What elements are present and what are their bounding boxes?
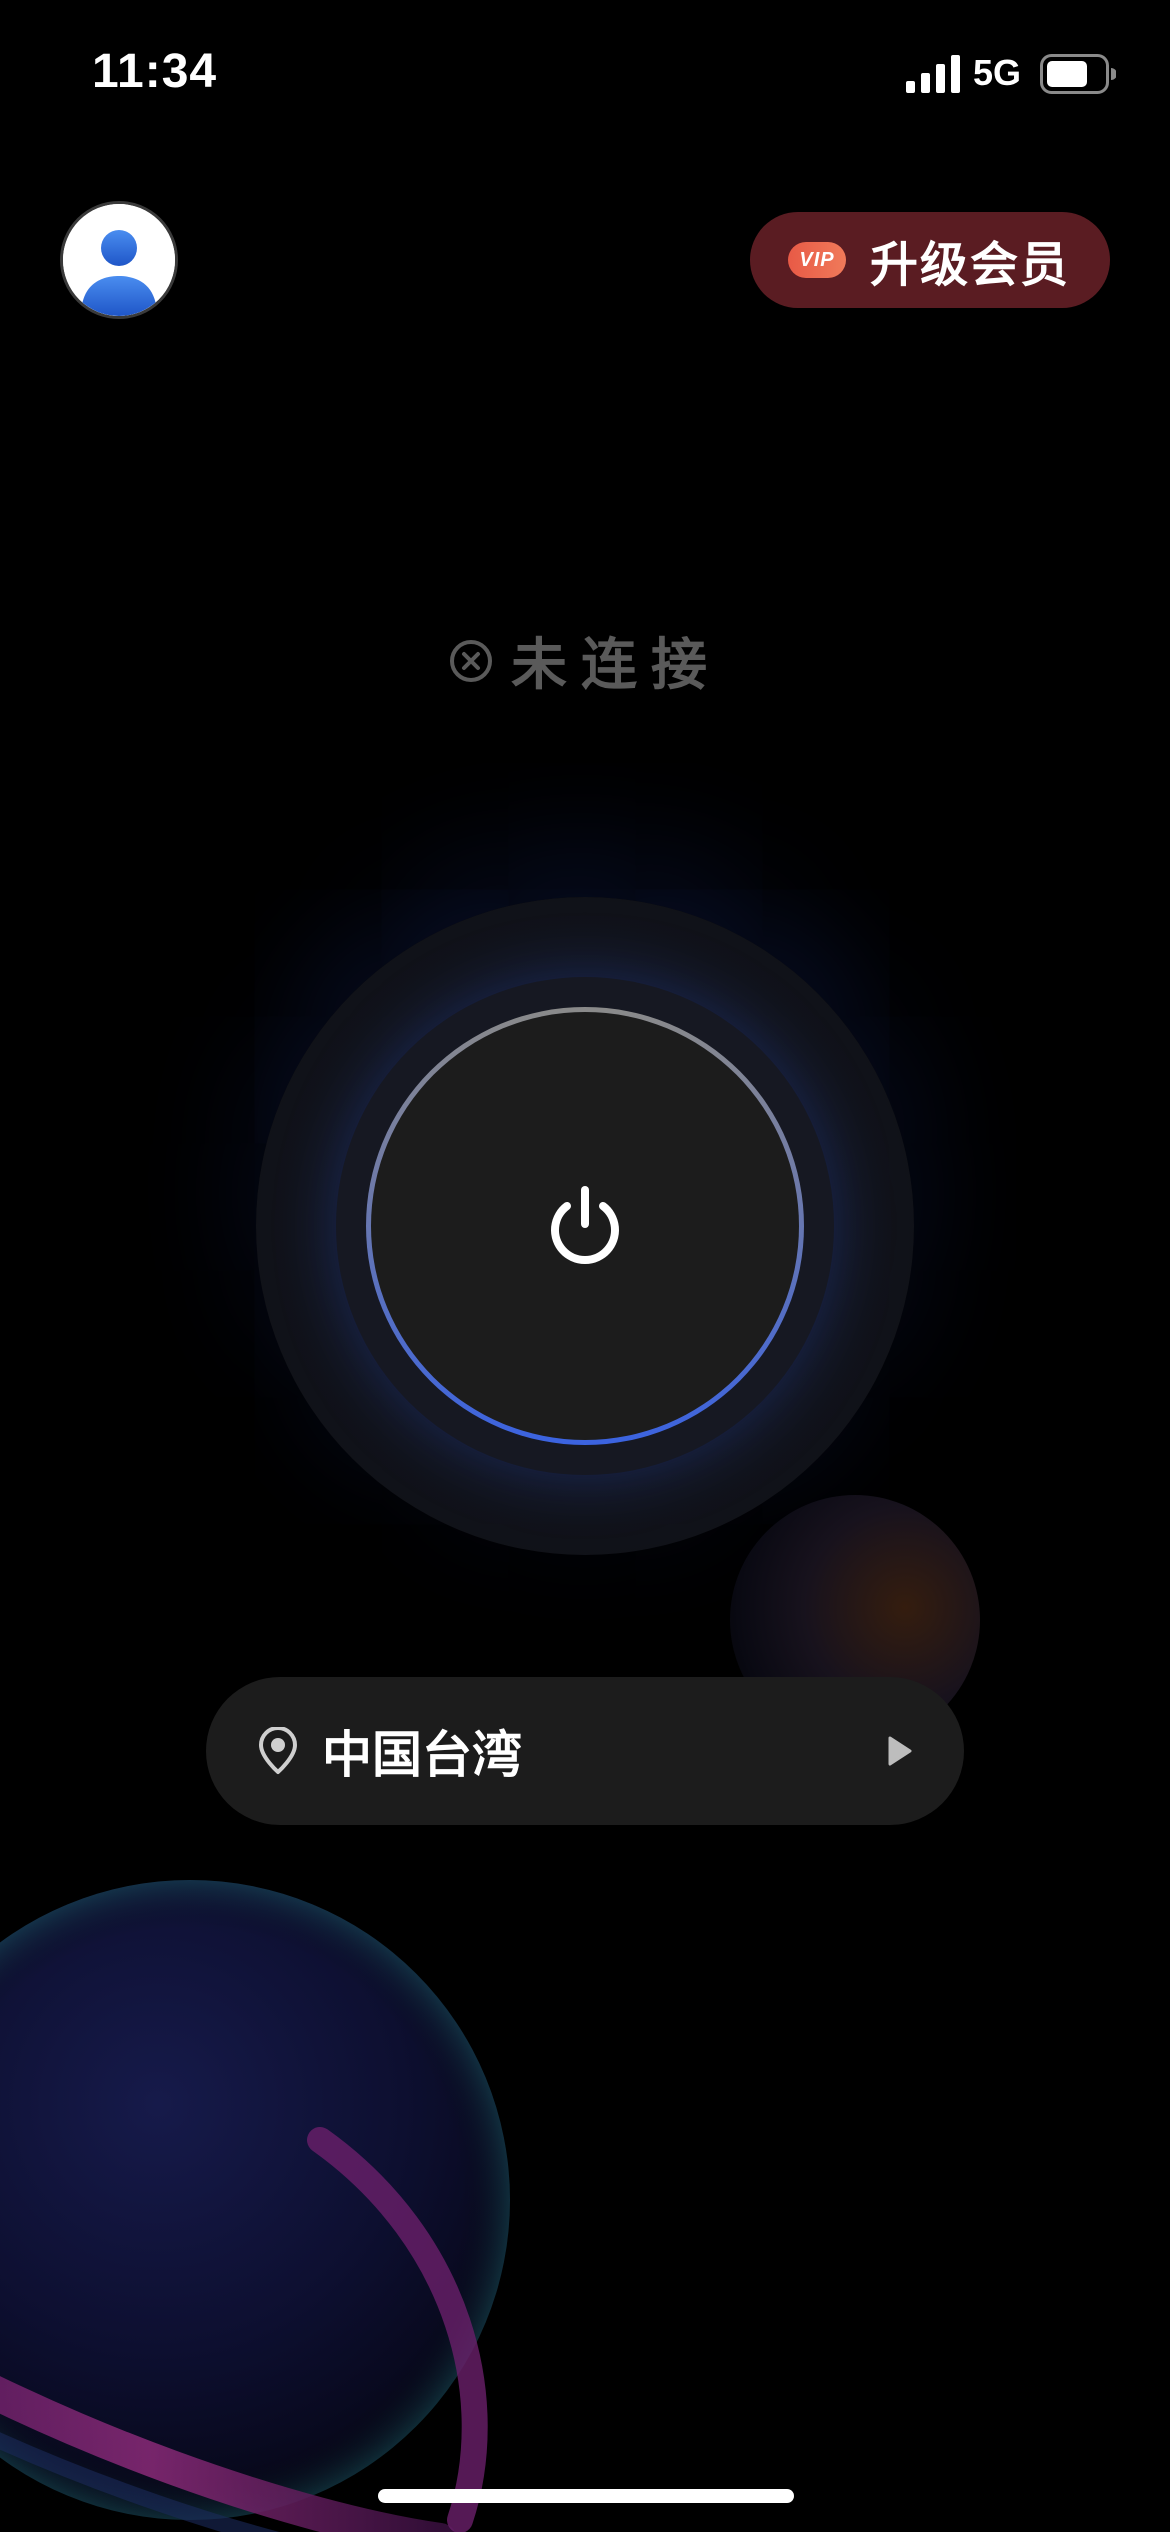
network-type-label: 5G (973, 52, 1022, 93)
connection-status: 未连接 (0, 620, 1170, 701)
status-bar: 11:34 5G (0, 0, 1170, 150)
status-time: 11:34 (92, 45, 218, 98)
location-label: 中国台湾 (322, 1726, 522, 1784)
power-icon (551, 1186, 619, 1264)
upgrade-vip-label: 升级会员 (870, 237, 1071, 293)
upgrade-vip-button[interactable]: VIP 升级会员 (750, 212, 1110, 308)
vip-badge-icon: VIP (788, 242, 846, 278)
battery-icon (1040, 54, 1116, 94)
planet-illustration (0, 1880, 510, 2532)
location-pin-icon (259, 1727, 297, 1774)
cellular-signal-icon (906, 55, 960, 93)
profile-avatar-button[interactable] (60, 201, 178, 319)
connection-status-label: 未连接 (511, 633, 721, 698)
play-triangle-icon (888, 1736, 912, 1766)
power-connect-button[interactable] (366, 1007, 804, 1445)
app-screen: 11:34 5G VIP 升级会员 未连接 中国台湾 (0, 0, 1170, 2532)
user-avatar-icon (63, 204, 175, 316)
home-indicator[interactable] (378, 2489, 794, 2503)
x-circle-icon (450, 639, 492, 682)
location-selector-button[interactable]: 中国台湾 (206, 1677, 964, 1825)
